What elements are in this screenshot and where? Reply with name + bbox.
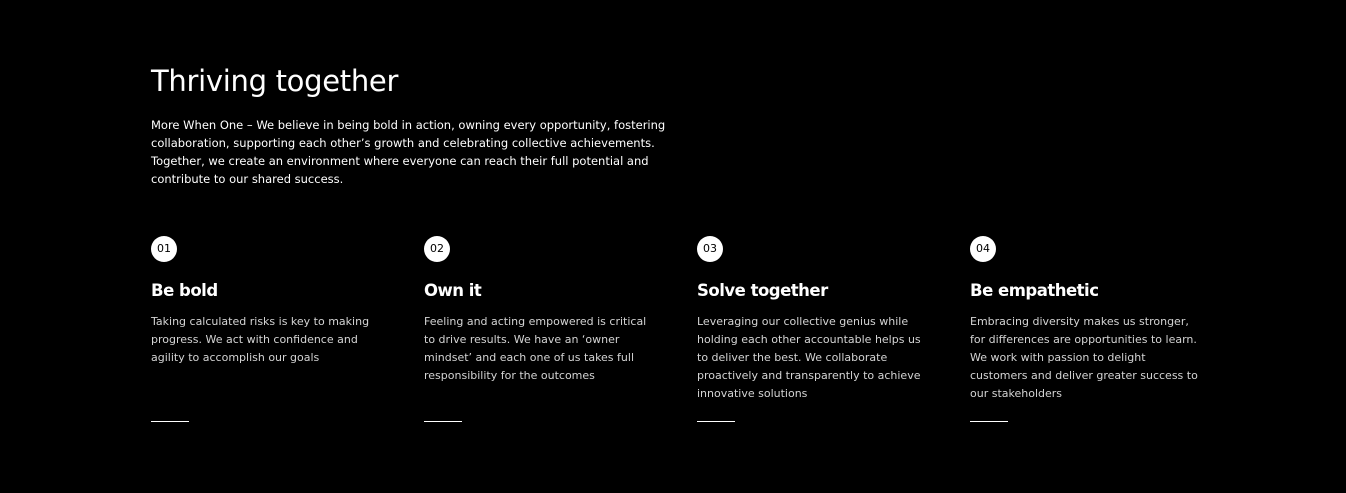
value-description: Taking calculated risks is key to making…: [151, 315, 370, 364]
value-card-solve-together: 03 Solve together Leveraging our collect…: [697, 236, 932, 426]
value-number-badge: 03: [697, 236, 723, 262]
value-description: Embracing diversity makes us stronger, f…: [970, 315, 1198, 400]
value-divider: [151, 421, 189, 422]
value-title: Be empathetic: [970, 281, 1099, 300]
value-description: Feeling and acting empowered is critical…: [424, 315, 647, 382]
value-divider: [970, 421, 1008, 422]
thriving-together-section: Thriving together More When One – We bel…: [151, 0, 1231, 493]
value-number-badge: 01: [151, 236, 177, 262]
value-description: Leveraging our collective genius while h…: [697, 315, 921, 400]
value-card-be-bold: 01 Be bold Taking calculated risks is ke…: [151, 236, 386, 426]
value-title: Be bold: [151, 281, 218, 300]
value-number-badge: 04: [970, 236, 996, 262]
section-intro: More When One – We believe in being bold…: [151, 118, 666, 186]
value-title: Solve together: [697, 281, 828, 300]
value-title: Own it: [424, 281, 482, 300]
section-title: Thriving together: [151, 64, 399, 98]
value-divider: [697, 421, 735, 422]
value-card-be-empathetic: 04 Be empathetic Embracing diversity mak…: [970, 236, 1205, 426]
value-divider: [424, 421, 462, 422]
value-card-own-it: 02 Own it Feeling and acting empowered i…: [424, 236, 659, 426]
values-list: 01 Be bold Taking calculated risks is ke…: [151, 236, 1243, 436]
value-number-badge: 02: [424, 236, 450, 262]
